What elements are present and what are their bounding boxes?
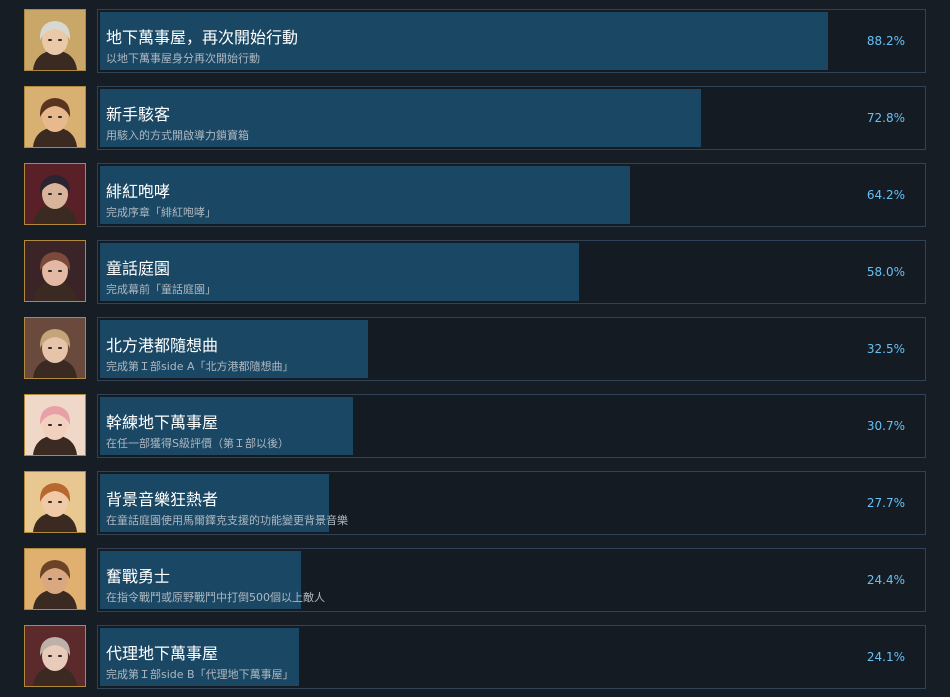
character-portrait-grey-hair-woman-icon — [25, 626, 85, 686]
progress-panel: 奮戰勇士在指令戰鬥或原野戰鬥中打倒500個以上敵人 24.4% — [97, 548, 926, 612]
achievement-title: 地下萬事屋，再次開始行動 — [106, 28, 299, 47]
unlock-percentage: 24.4% — [866, 573, 905, 587]
achievement-title: 北方港都隨想曲 — [106, 336, 219, 355]
progress-panel: 背景音樂狂熱者在童話庭園使用馬爾鐸克支援的功能變更背景音樂 27.7% — [97, 471, 926, 535]
achievement-list: 地下萬事屋，再次開始行動以地下萬事屋身分再次開始行動 88.2% 新手駭客用駭入的… — [0, 0, 950, 695]
achievement-icon — [24, 625, 86, 687]
achievement-icon — [24, 240, 86, 302]
achievement-icon — [24, 9, 86, 71]
achievement-icon — [24, 471, 86, 533]
unlock-percentage: 27.7% — [866, 496, 905, 510]
achievement-icon — [24, 163, 86, 225]
progress-panel: 北方港都隨想曲完成第Ｉ部side A「北方港都隨想曲」 32.5% — [97, 317, 926, 381]
character-portrait-white-hair-goggles-icon — [25, 10, 85, 70]
achievement-row[interactable]: 背景音樂狂熱者在童話庭園使用馬爾鐸克支援的功能變更背景音樂 27.7% — [0, 471, 950, 543]
achievement-row[interactable]: 奮戰勇士在指令戰鬥或原野戰鬥中打倒500個以上敵人 24.4% — [0, 548, 950, 620]
unlock-percentage: 58.0% — [866, 265, 905, 279]
achievement-description: 完成第Ｉ部side A「北方港都隨想曲」 — [106, 360, 294, 373]
achievement-row[interactable]: 北方港都隨想曲完成第Ｉ部side A「北方港都隨想曲」 32.5% — [0, 317, 950, 389]
achievement-description: 完成序章「緋紅咆哮」 — [106, 206, 216, 219]
progress-panel: 幹練地下萬事屋在任一部獲得S級評價（第Ｉ部以後） 30.7% — [97, 394, 926, 458]
character-portrait-pink-hair-bear-icon — [25, 395, 85, 455]
achievement-icon — [24, 548, 86, 610]
achievement-row[interactable]: 代理地下萬事屋完成第Ｉ部side B「代理地下萬事屋」 24.1% — [0, 625, 950, 697]
achievement-icon — [24, 317, 86, 379]
unlock-percentage: 72.8% — [866, 111, 905, 125]
achievement-row[interactable]: 童話庭園完成幕前「童話庭園」 58.0% — [0, 240, 950, 312]
achievement-row[interactable]: 幹練地下萬事屋在任一部獲得S級評價（第Ｉ部以後） 30.7% — [0, 394, 950, 466]
unlock-percentage: 24.1% — [866, 650, 905, 664]
achievement-title: 緋紅咆哮 — [106, 182, 171, 201]
achievement-row[interactable]: 緋紅咆哮完成序章「緋紅咆哮」 64.2% — [0, 163, 950, 235]
achievement-description: 用駭入的方式開啟導力鎖寶箱 — [106, 129, 249, 142]
achievement-row[interactable]: 地下萬事屋，再次開始行動以地下萬事屋身分再次開始行動 88.2% — [0, 9, 950, 81]
progress-panel: 童話庭園完成幕前「童話庭園」 58.0% — [97, 240, 926, 304]
character-portrait-two-girls-icon — [25, 241, 85, 301]
achievement-description: 在童話庭園使用馬爾鐸克支援的功能變更背景音樂 — [106, 514, 348, 527]
progress-panel: 緋紅咆哮完成序章「緋紅咆哮」 64.2% — [97, 163, 926, 227]
character-portrait-blonde-woman-icon — [25, 318, 85, 378]
achievement-icon — [24, 394, 86, 456]
unlock-percentage: 30.7% — [866, 419, 905, 433]
achievement-icon — [24, 86, 86, 148]
progress-panel: 新手駭客用駭入的方式開啟導力鎖寶箱 72.8% — [97, 86, 926, 150]
character-portrait-white-bandana-icon — [25, 87, 85, 147]
achievement-title: 背景音樂狂熱者 — [106, 490, 219, 509]
achievement-title: 代理地下萬事屋 — [106, 644, 219, 663]
character-portrait-dark-hair-icon — [25, 164, 85, 224]
achievement-description: 以地下萬事屋身分再次開始行動 — [106, 52, 260, 65]
achievement-title: 童話庭園 — [106, 259, 171, 278]
achievement-row[interactable]: 新手駭客用駭入的方式開啟導力鎖寶箱 72.8% — [0, 86, 950, 158]
achievement-title: 奮戰勇士 — [106, 567, 171, 586]
achievement-title: 新手駭客 — [106, 105, 171, 124]
achievement-title: 幹練地下萬事屋 — [106, 413, 219, 432]
unlock-percentage: 64.2% — [866, 188, 905, 202]
progress-panel: 代理地下萬事屋完成第Ｉ部side B「代理地下萬事屋」 24.1% — [97, 625, 926, 689]
unlock-percentage: 32.5% — [866, 342, 905, 356]
character-portrait-glasses-girl-icon — [25, 472, 85, 532]
achievement-description: 完成第Ｉ部side B「代理地下萬事屋」 — [106, 668, 294, 681]
achievement-description: 在任一部獲得S級評價（第Ｉ部以後） — [106, 437, 289, 450]
achievement-description: 在指令戰鬥或原野戰鬥中打倒500個以上敵人 — [106, 591, 325, 604]
achievement-description: 完成幕前「童話庭園」 — [106, 283, 216, 296]
unlock-percentage: 88.2% — [866, 34, 905, 48]
character-portrait-brown-hair-man-icon — [25, 549, 85, 609]
progress-panel: 地下萬事屋，再次開始行動以地下萬事屋身分再次開始行動 88.2% — [97, 9, 926, 73]
